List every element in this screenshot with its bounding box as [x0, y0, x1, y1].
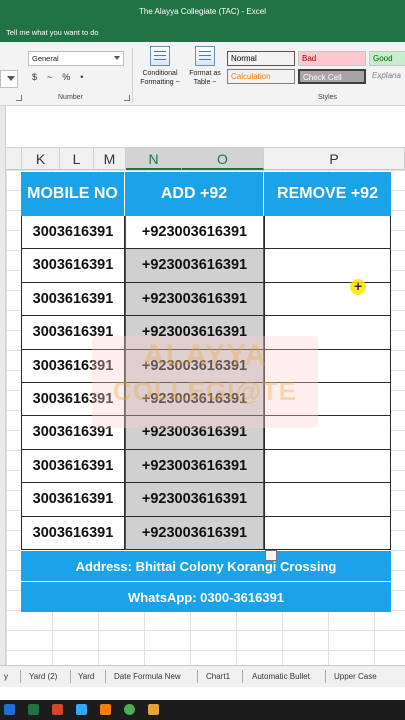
style-normal[interactable]: Normal	[227, 51, 295, 66]
format-as-table-button[interactable]: Format as Table ~	[186, 46, 224, 87]
header-add-92[interactable]: ADD +92	[125, 172, 264, 216]
alignment-launcher-icon[interactable]	[16, 95, 22, 101]
illustrator-taskbar-icon[interactable]	[100, 704, 111, 715]
number-group-label: Number	[58, 94, 83, 101]
cell-add-92[interactable]: +923003616391	[125, 216, 264, 250]
cell-remove-92[interactable]	[264, 483, 391, 517]
column-header-k[interactable]: K	[22, 148, 60, 170]
chevron-down-icon	[114, 56, 120, 60]
style-calculation-label: Calculation	[231, 72, 271, 81]
window-title: The Alayya Collegiate (TAC) - Excel	[138, 7, 266, 16]
sheet-tabs-bar: y Yard (2) Yard Date Formula New Chart1 …	[0, 665, 405, 687]
tab-separator	[242, 670, 243, 683]
style-calculation[interactable]: Calculation	[227, 69, 295, 84]
style-good-label: Good	[373, 54, 393, 63]
number-format-buttons: $ ~ % •	[32, 72, 128, 86]
excel-window: The Alayya Collegiate (TAC) - Excel Tell…	[0, 0, 405, 720]
tab-separator	[70, 670, 71, 683]
sheet-tab-date-formula-new[interactable]: Date Formula New	[114, 666, 181, 687]
watermark-line-1: ALAYYA	[143, 339, 267, 372]
title-bar: The Alayya Collegiate (TAC) - Excel	[0, 0, 405, 24]
column-header-p[interactable]: P	[264, 148, 405, 170]
conditional-formatting-button[interactable]: Conditional Formatting ~	[136, 46, 184, 87]
style-explanatory[interactable]: Explana	[369, 69, 405, 84]
formula-bar-area	[0, 106, 405, 148]
style-check-cell[interactable]: Check Cell	[298, 69, 366, 84]
watermark-line-2: COLLEGI@TE	[112, 376, 298, 406]
style-normal-label: Normal	[231, 54, 257, 63]
currency-button[interactable]: $	[32, 72, 37, 86]
tell-me-search[interactable]: Tell me what you want to do	[0, 24, 405, 42]
style-check-cell-label: Check Cell	[303, 73, 342, 82]
cell-remove-92[interactable]	[264, 516, 391, 550]
ribbon: General $ ~ % • Number Conditional Forma…	[0, 42, 405, 106]
tab-separator	[105, 670, 106, 683]
sheet-tab-yard-2[interactable]: Yard (2)	[29, 666, 57, 687]
styles-group-label: Styles	[318, 94, 338, 101]
cell-remove-92[interactable]	[264, 282, 391, 317]
cell-mobile-no[interactable]: 3003616391	[21, 483, 125, 517]
chrome-taskbar-icon[interactable]	[124, 704, 135, 715]
cell-add-92[interactable]: +923003616391	[125, 282, 264, 317]
photoshop-taskbar-icon[interactable]	[76, 704, 87, 715]
number-format-value: General	[32, 54, 59, 63]
cell-mobile-no[interactable]: 3003616391	[21, 216, 125, 250]
comma-style-button[interactable]: •	[80, 72, 83, 86]
tab-separator	[325, 670, 326, 683]
column-header-spacer	[6, 148, 22, 170]
mouse-cursor-icon	[350, 278, 366, 295]
column-header-m[interactable]: M	[94, 148, 126, 170]
style-good[interactable]: Good	[369, 51, 405, 66]
cell-mobile-no[interactable]: 3003616391	[21, 249, 125, 283]
sheet-tab-y[interactable]: y	[4, 666, 8, 687]
column-header-n[interactable]: N	[126, 148, 182, 170]
whatsapp-row[interactable]: WhatsApp: 0300-3616391	[21, 581, 391, 612]
sheet-tab-upper-case[interactable]: Upper Case	[334, 666, 377, 687]
cell-remove-92[interactable]	[264, 449, 391, 484]
excel-taskbar-icon[interactable]	[28, 704, 39, 715]
style-explanatory-label: Explana	[372, 71, 401, 80]
paste-options-icon[interactable]	[265, 550, 277, 561]
format-as-table-icon	[195, 46, 215, 66]
column-header-o[interactable]: O	[182, 148, 264, 170]
cell-mobile-no[interactable]: 3003616391	[21, 282, 125, 317]
number-format-select[interactable]: General	[28, 51, 124, 66]
header-mobile-no[interactable]: MOBILE NO	[21, 172, 125, 216]
percent-button[interactable]: %	[62, 72, 70, 86]
cell-mobile-no[interactable]: 3003616391	[21, 449, 125, 484]
cell-remove-92[interactable]	[264, 216, 391, 250]
tab-separator	[20, 670, 21, 683]
alignment-dropdown[interactable]	[0, 70, 18, 88]
column-header-l[interactable]: L	[60, 148, 94, 170]
app-taskbar-icon[interactable]	[148, 704, 159, 715]
tell-me-text: Tell me what you want to do	[6, 28, 99, 37]
sheet-tab-chart1[interactable]: Chart1	[206, 666, 230, 687]
tab-separator	[197, 670, 198, 683]
currency-dropdown[interactable]: ~	[47, 72, 52, 86]
conditional-formatting-label: Conditional Formatting ~	[140, 70, 180, 86]
format-as-table-label: Format as Table ~	[189, 70, 221, 86]
cell-add-92[interactable]: +923003616391	[125, 249, 264, 283]
group-separator	[132, 48, 133, 102]
watermark-logo: ALAYYA COLLEGI@TE	[92, 336, 318, 428]
cell-add-92[interactable]: +923003616391	[125, 516, 264, 550]
cell-add-92[interactable]: +923003616391	[125, 483, 264, 517]
header-remove-92[interactable]: REMOVE +92	[264, 172, 391, 216]
sheet-tab-yard[interactable]: Yard	[78, 666, 94, 687]
sheet-tab-automatic-bullet[interactable]: Automatic Bullet	[252, 666, 310, 687]
windows-taskbar	[0, 700, 405, 720]
powerpoint-taskbar-icon[interactable]	[52, 704, 63, 715]
style-bad-label: Bad	[302, 54, 317, 63]
start-icon[interactable]	[4, 704, 15, 715]
cell-remove-92[interactable]	[264, 249, 391, 283]
cell-add-92[interactable]: +923003616391	[125, 449, 264, 484]
address-row[interactable]: Address: Bhittai Colony Korangi Crossing	[21, 550, 391, 581]
cell-mobile-no[interactable]: 3003616391	[21, 516, 125, 550]
conditional-formatting-icon	[150, 46, 170, 66]
style-bad[interactable]: Bad	[298, 51, 366, 66]
number-launcher-icon[interactable]	[124, 95, 130, 101]
